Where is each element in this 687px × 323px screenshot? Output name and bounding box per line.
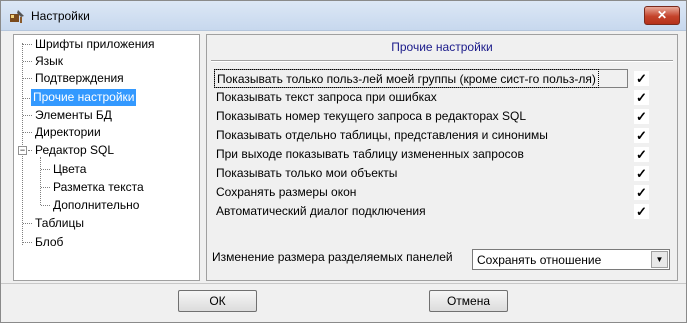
tree-connector (23, 132, 32, 133)
title-bar[interactable]: Настройки ✕ (1, 1, 686, 31)
option-row[interactable]: Показывать только польз-лей моей группы … (214, 69, 664, 88)
option-label: Показывать только мои объекты (216, 166, 398, 180)
option-row[interactable]: Показывать текст запроса при ошибках ✓ (214, 88, 664, 107)
cancel-button[interactable]: Отмена (429, 290, 508, 312)
option-row[interactable]: Сохранять размеры окон ✓ (214, 183, 664, 202)
divider (1, 283, 686, 284)
option-checkbox[interactable]: ✓ (634, 71, 649, 86)
split-mode-label: Изменение размера разделяемых панелей (212, 250, 453, 264)
option-label: При выходе показывать таблицу измененных… (216, 147, 524, 161)
close-icon: ✕ (656, 8, 668, 22)
tree-item-colors[interactable]: Цвета (51, 161, 88, 178)
tree-connector (23, 61, 32, 62)
tree-item-advanced[interactable]: Дополнительно (51, 197, 141, 214)
tree-connector (28, 150, 32, 151)
option-label: Показывать номер текущего запроса в реда… (216, 109, 527, 123)
tree-item-text-markup[interactable]: Разметка текста (51, 179, 146, 196)
option-row[interactable]: Показывать только мои объекты ✓ (214, 164, 664, 183)
panel-title: Прочие настройки (391, 40, 493, 54)
option-checkbox[interactable]: ✓ (634, 166, 649, 181)
tree-item-directories[interactable]: Директории (33, 124, 103, 141)
tree-connector (41, 169, 50, 170)
tree-item-fonts[interactable]: Шрифты приложения (33, 36, 157, 53)
tree-connector (41, 205, 50, 206)
settings-tree[interactable]: − Шрифты приложения Язык Подтверждения П… (13, 34, 200, 281)
tree-connector (23, 115, 32, 116)
option-label: Автоматический диалог подключения (216, 204, 426, 218)
option-checkbox[interactable]: ✓ (634, 185, 649, 200)
ok-button[interactable]: ОК (178, 290, 257, 312)
option-label: Показывать только польз-лей моей группы … (214, 69, 599, 88)
settings-dialog: Настройки ✕ − Шрифты приложения Язык Под… (0, 0, 687, 323)
tree-connector (23, 78, 32, 79)
tree-connector (22, 43, 23, 245)
tree-item-db-elements[interactable]: Элементы БД (33, 107, 114, 124)
tree-item-blob[interactable]: Блоб (33, 234, 65, 251)
window-title: Настройки (31, 9, 90, 23)
tree-item-tables[interactable]: Таблицы (33, 215, 86, 232)
tree-connector (40, 157, 41, 205)
collapse-icon[interactable]: − (18, 146, 27, 155)
tree-item-other-settings[interactable]: Прочие настройки (31, 89, 137, 106)
option-checkbox[interactable]: ✓ (634, 128, 649, 143)
tree-item-sql-editor[interactable]: Редактор SQL (33, 142, 116, 159)
option-row[interactable]: Показывать номер текущего запроса в реда… (214, 107, 664, 126)
settings-panel: Прочие настройки Показывать только польз… (206, 34, 678, 281)
tree-connector (41, 187, 50, 188)
option-checkbox[interactable]: ✓ (634, 109, 649, 124)
option-checkbox[interactable]: ✓ (634, 204, 649, 219)
tree-connector (23, 242, 32, 243)
tree-connector (23, 44, 32, 45)
chevron-down-icon[interactable]: ▼ (651, 251, 668, 268)
option-label: Показывать отдельно таблицы, представлен… (216, 128, 548, 142)
option-row[interactable]: Автоматический диалог подключения ✓ (214, 202, 664, 221)
split-mode-value: Сохранять отношение (477, 253, 602, 267)
option-label: Показывать текст запроса при ошибках (216, 90, 437, 104)
tree-item-confirmations[interactable]: Подтверждения (33, 70, 126, 87)
close-button[interactable]: ✕ (644, 6, 680, 25)
option-row[interactable]: При выходе показывать таблицу измененных… (214, 145, 664, 164)
option-row[interactable]: Показывать отдельно таблицы, представлен… (214, 126, 664, 145)
app-icon (10, 10, 24, 23)
tree-connector (23, 223, 32, 224)
split-mode-select[interactable]: Сохранять отношение ▼ (472, 249, 670, 270)
option-checkbox[interactable]: ✓ (634, 90, 649, 105)
tree-item-language[interactable]: Язык (33, 53, 65, 70)
option-checkbox[interactable]: ✓ (634, 147, 649, 162)
divider (211, 60, 673, 62)
option-label: Сохранять размеры окон (216, 185, 357, 199)
